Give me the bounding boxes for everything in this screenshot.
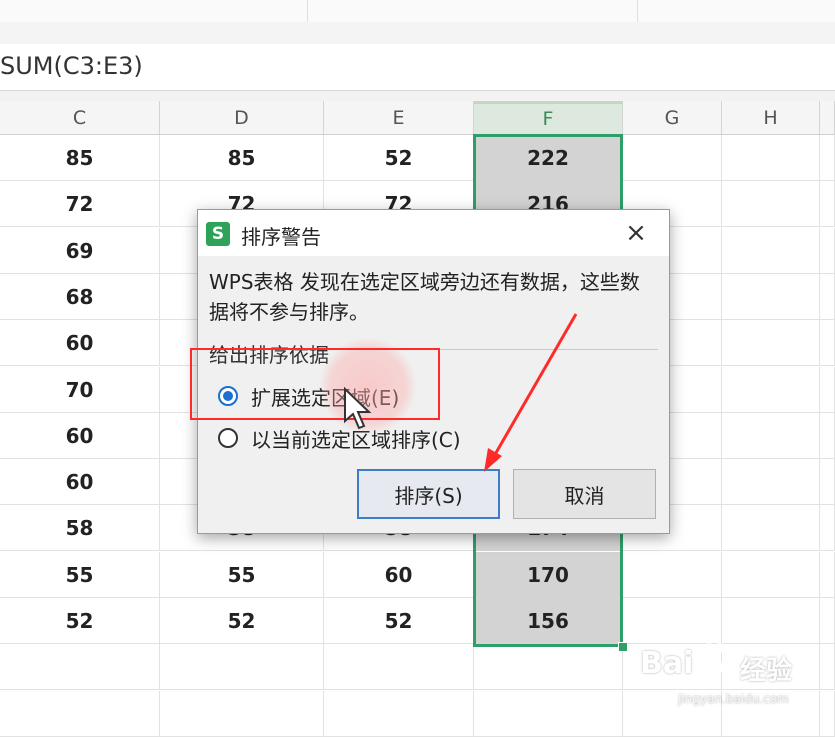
mouse-cursor-icon bbox=[344, 387, 372, 430]
paw-icon bbox=[696, 643, 733, 676]
watermark-brand-cn: 经验 bbox=[740, 656, 793, 686]
baidu-watermark: Bai 经验 jingyan.baidu.com bbox=[640, 638, 830, 718]
watermark-url: jingyan.baidu.com bbox=[678, 692, 789, 706]
annotation-arrow-icon bbox=[484, 313, 578, 472]
watermark-brand: Bai bbox=[640, 646, 694, 681]
